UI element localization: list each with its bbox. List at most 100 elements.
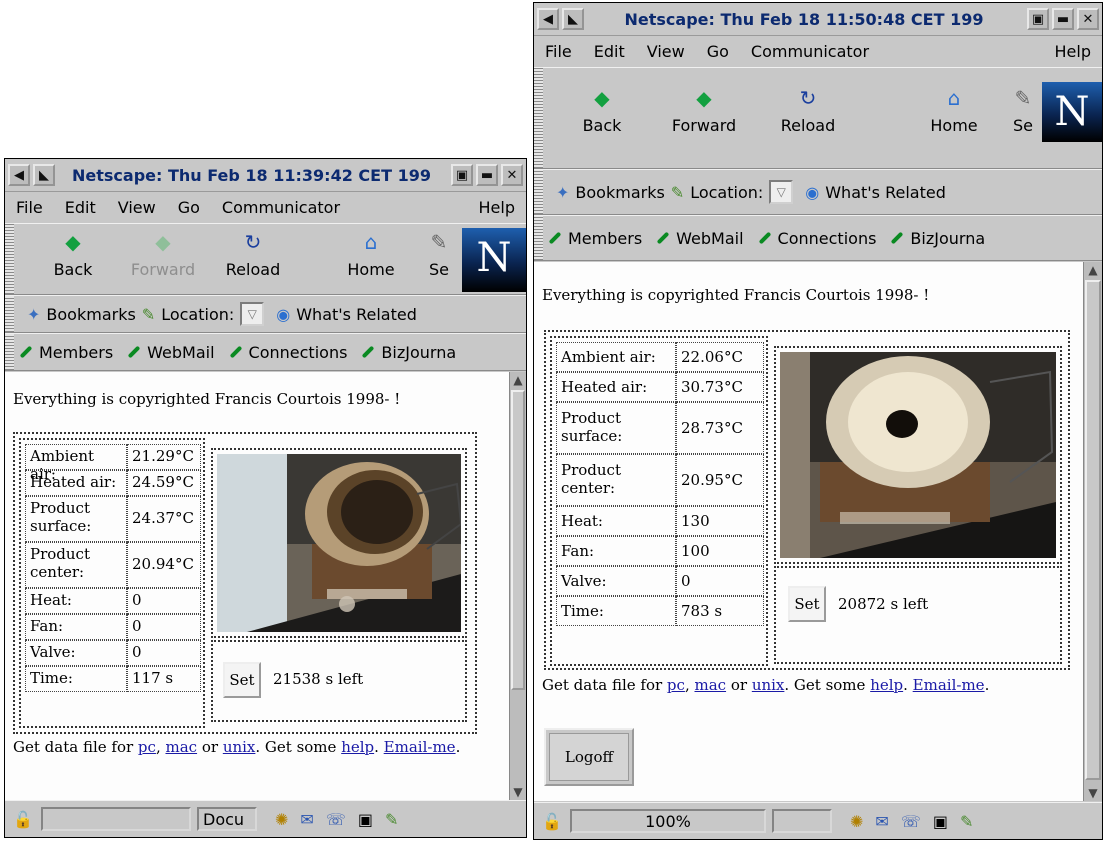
maximize-icon[interactable]: ▣: [1027, 8, 1049, 30]
discussions-icon[interactable]: ☏: [901, 812, 921, 831]
menu-file[interactable]: File: [534, 42, 583, 61]
forward-button[interactable]: ◆ Forward: [664, 86, 744, 135]
pc-link[interactable]: pc: [138, 738, 156, 756]
scroll-up-icon[interactable]: ▲: [510, 372, 526, 388]
composer-icon[interactable]: ▣: [358, 810, 373, 829]
location-input[interactable]: ▽: [240, 302, 265, 326]
mac-link[interactable]: mac: [694, 676, 726, 694]
home-button[interactable]: ⌂ Home: [331, 230, 411, 279]
scroll-thumb[interactable]: [511, 390, 525, 690]
toolbar-grip[interactable]: [534, 68, 543, 168]
bookmarks-icon[interactable]: ✦: [556, 183, 569, 202]
back-button[interactable]: ◆ Back: [33, 230, 113, 279]
toolbar-grip[interactable]: [534, 170, 543, 214]
table-row: Time: 783 s: [556, 596, 764, 626]
toolbar-grip[interactable]: [5, 224, 14, 294]
maximize-icon[interactable]: ▣: [451, 164, 473, 186]
whats-related-button[interactable]: What's Related: [825, 183, 946, 202]
unix-link[interactable]: unix: [223, 738, 256, 756]
security-lock-icon[interactable]: 🔓: [540, 810, 564, 832]
bookmarks-icon[interactable]: ✦: [27, 305, 40, 324]
mail-icon[interactable]: ✉: [875, 812, 888, 831]
webmail-link[interactable]: WebMail: [656, 229, 744, 248]
reload-button[interactable]: ↻ Reload: [768, 86, 848, 135]
navigator-icon[interactable]: ✺: [275, 810, 288, 829]
help-link[interactable]: help: [341, 738, 374, 756]
unix-link[interactable]: unix: [752, 676, 785, 694]
webcam-frame: [774, 346, 1062, 564]
help-link[interactable]: help: [870, 676, 903, 694]
home-button[interactable]: ⌂ Home: [914, 86, 994, 135]
table-row: Time: 117 s: [25, 666, 201, 692]
connections-link[interactable]: Connections: [229, 343, 347, 362]
menu-edit[interactable]: Edit: [583, 42, 636, 61]
whats-related-button[interactable]: What's Related: [296, 305, 417, 324]
reload-button[interactable]: ↻ Reload: [213, 230, 293, 279]
bookmarks-button[interactable]: Bookmarks: [575, 183, 664, 202]
netscape-logo[interactable]: N: [462, 228, 526, 292]
bizjournal-link[interactable]: BizJourna: [890, 229, 985, 248]
window-shade-icon[interactable]: ◣: [562, 8, 584, 30]
back-arrow-icon: ◆: [65, 230, 81, 254]
editor-icon[interactable]: ✎: [385, 810, 398, 829]
bookmarks-button[interactable]: Bookmarks: [46, 305, 135, 324]
set-button[interactable]: Set: [223, 662, 261, 698]
connections-link[interactable]: Connections: [758, 229, 876, 248]
whats-related-icon[interactable]: ◉: [276, 305, 290, 324]
menu-help[interactable]: Help: [468, 198, 526, 217]
webmail-link[interactable]: WebMail: [127, 343, 215, 362]
whats-related-icon[interactable]: ◉: [805, 183, 819, 202]
toolbar-grip[interactable]: [534, 216, 543, 260]
menu-go[interactable]: Go: [167, 198, 211, 217]
menu-help[interactable]: Help: [1044, 42, 1102, 61]
editor-icon[interactable]: ✎: [960, 812, 973, 831]
discussions-icon[interactable]: ☏: [326, 810, 346, 829]
logoff-button[interactable]: Logoff: [544, 728, 634, 786]
mac-link[interactable]: mac: [165, 738, 197, 756]
email-link[interactable]: Email-me: [384, 738, 456, 756]
members-link[interactable]: Members: [19, 343, 113, 362]
menu-view[interactable]: View: [636, 42, 696, 61]
scroll-down-icon[interactable]: ▼: [510, 784, 526, 800]
vertical-scrollbar[interactable]: ▲ ▼: [1083, 262, 1102, 801]
table-row: Product center: 20.95°C: [556, 454, 764, 506]
pc-link[interactable]: pc: [667, 676, 685, 694]
forward-button[interactable]: ◆ Forward: [123, 230, 203, 279]
window-menu-icon[interactable]: ◀: [537, 8, 559, 30]
toolbar-grip[interactable]: [5, 334, 14, 370]
set-button[interactable]: Set: [788, 586, 826, 622]
navigator-icon[interactable]: ✺: [850, 812, 863, 831]
email-link[interactable]: Email-me: [913, 676, 985, 694]
title-bar[interactable]: ◀ ◣ Netscape: Thu Feb 18 11:39:42 CET 19…: [5, 159, 526, 192]
menu-communicator[interactable]: Communicator: [211, 198, 351, 217]
window-shade-icon[interactable]: ◣: [33, 164, 55, 186]
netscape-logo[interactable]: N: [1042, 82, 1102, 142]
security-lock-icon[interactable]: 🔓: [11, 808, 35, 830]
composer-icon[interactable]: ▣: [933, 812, 948, 831]
scroll-down-icon[interactable]: ▼: [1084, 785, 1102, 801]
search-button[interactable]: ✎ Se: [1008, 86, 1038, 135]
scroll-up-icon[interactable]: ▲: [1084, 262, 1102, 278]
data-links: Get data file for pc, mac or unix. Get s…: [542, 676, 990, 694]
menu-communicator[interactable]: Communicator: [740, 42, 880, 61]
back-button[interactable]: ◆ Back: [562, 86, 642, 135]
scroll-thumb[interactable]: [1085, 280, 1101, 780]
close-icon[interactable]: ✕: [1077, 8, 1099, 30]
window-menu-icon[interactable]: ◀: [8, 164, 30, 186]
mail-icon[interactable]: ✉: [300, 810, 313, 829]
toolbar-grip[interactable]: [5, 296, 14, 332]
menu-edit[interactable]: Edit: [54, 198, 107, 217]
members-link[interactable]: Members: [548, 229, 642, 248]
menu-view[interactable]: View: [107, 198, 167, 217]
location-input[interactable]: ▽: [769, 180, 794, 204]
vertical-scrollbar[interactable]: ▲ ▼: [509, 372, 526, 800]
component-bar: ✺ ✉ ☏ ▣ ✎: [263, 810, 398, 829]
search-button[interactable]: ✎ Se: [419, 230, 459, 279]
close-icon[interactable]: ✕: [501, 164, 523, 186]
minimize-icon[interactable]: ▬: [476, 164, 498, 186]
title-bar[interactable]: ◀ ◣ Netscape: Thu Feb 18 11:50:48 CET 19…: [534, 3, 1102, 36]
minimize-icon[interactable]: ▬: [1052, 8, 1074, 30]
menu-file[interactable]: File: [5, 198, 54, 217]
menu-go[interactable]: Go: [696, 42, 740, 61]
bizjournal-link[interactable]: BizJourna: [361, 343, 456, 362]
